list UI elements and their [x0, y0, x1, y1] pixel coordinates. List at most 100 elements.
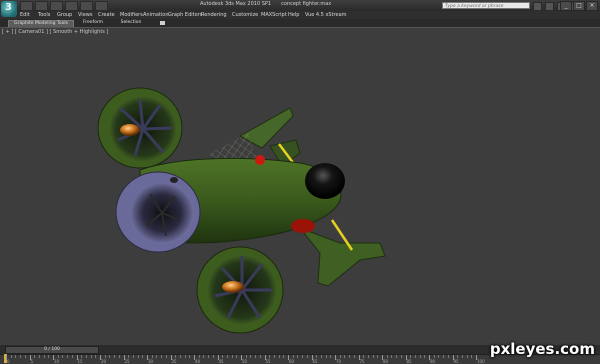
timeline-tick — [466, 355, 468, 358]
timeline-tick-label: 65 — [312, 359, 318, 364]
menu-graph-editors[interactable]: Graph Editors — [168, 12, 202, 18]
timeline-tick — [433, 355, 435, 358]
timeline-tick — [175, 355, 177, 358]
timeline-tick — [292, 355, 294, 358]
menu-views[interactable]: Views — [78, 12, 92, 18]
timeline-tick-label: 0 — [7, 359, 10, 364]
timeline-tick — [57, 355, 59, 358]
menu-tools[interactable]: Tools — [38, 12, 50, 18]
menu-group[interactable]: Group — [57, 12, 72, 18]
timeline-tick — [377, 355, 379, 358]
timeline-tick — [443, 355, 445, 358]
timeline-tick — [226, 355, 228, 358]
time-slider[interactable]: 0 / 100 — [5, 346, 99, 354]
menu-customize[interactable]: Customize — [232, 12, 258, 18]
menu-animation[interactable]: Animation — [143, 12, 169, 18]
timeline-tick — [236, 355, 238, 358]
timeline-tick — [118, 355, 120, 358]
timeline-tick — [471, 355, 473, 358]
timeline-tick — [203, 355, 205, 358]
timeline-tick — [95, 355, 97, 358]
maximize-button[interactable]: □ — [573, 1, 585, 11]
timeline-tick-label: 45 — [218, 359, 224, 364]
timeline-tick-label: 50 — [242, 359, 248, 364]
timeline-tick — [245, 355, 247, 358]
timeline-tick — [306, 355, 308, 358]
app-logo-icon: 3 — [5, 2, 12, 13]
timeline-tick — [90, 355, 92, 358]
timeline-tick — [269, 355, 271, 358]
timeline-tick — [161, 355, 163, 358]
close-button[interactable]: × — [586, 1, 598, 11]
timeline-tick — [457, 355, 459, 358]
timeline-tick-label: 95 — [453, 359, 459, 364]
menu-bar: Edit Tools Group Views Create Modifiers … — [0, 11, 600, 19]
menu-modifiers[interactable]: Modifiers — [120, 12, 143, 18]
timeline-tick — [447, 355, 449, 358]
timeline-tick — [222, 355, 224, 358]
small-nozzle — [170, 177, 178, 183]
timeline-tick — [43, 355, 45, 358]
tab-selection[interactable]: Selection — [116, 20, 146, 26]
timeline-tick — [231, 355, 233, 358]
timeline-tick — [316, 355, 318, 358]
timeline-tick — [363, 355, 365, 358]
timeline-tick — [339, 355, 341, 358]
timeline-tick — [250, 355, 252, 358]
menu-rendering[interactable]: Rendering — [201, 12, 227, 18]
timeline-tick — [330, 355, 332, 358]
timeline-tick-label: 100 — [477, 359, 485, 364]
quick-access-toolbar — [20, 1, 108, 11]
app-menu-button[interactable]: 3 — [1, 1, 17, 17]
timeline-tick — [461, 355, 463, 358]
timeline-tick — [410, 355, 412, 358]
cockpit-canopy — [305, 163, 345, 199]
ribbon-minimize-icon[interactable] — [160, 21, 165, 25]
save-icon[interactable] — [50, 1, 63, 11]
menu-create[interactable]: Create — [98, 12, 115, 18]
open-file-icon[interactable] — [35, 1, 48, 11]
timeline-tick — [10, 355, 12, 358]
camera-viewport[interactable]: [ + ] [ Camera01 ] [ Smooth + Highlights… — [0, 27, 600, 347]
timeline-tick — [414, 355, 416, 358]
timeline-tick — [386, 355, 388, 358]
timeline-tick — [353, 355, 355, 358]
timeline-tick — [114, 355, 116, 358]
new-file-icon[interactable] — [20, 1, 33, 11]
timeline-tick — [142, 355, 144, 358]
red-light-top — [255, 155, 265, 165]
timeline-tick — [137, 355, 139, 358]
timeline-tick — [325, 355, 327, 358]
timeline-tick — [259, 355, 261, 358]
app-title: Autodesk 3ds Max 2010 SP1 — [200, 1, 272, 7]
minimize-button[interactable]: _ — [560, 1, 572, 11]
timeline-tick — [38, 355, 40, 358]
tab-freeform[interactable]: Freeform — [78, 20, 108, 26]
timeline-tick — [85, 355, 87, 358]
rotor-hub-upper — [120, 124, 140, 136]
search-icon[interactable] — [533, 2, 542, 11]
timeline-tick — [24, 355, 26, 358]
redo-icon[interactable] — [80, 1, 93, 11]
timeline-tick-label: 40 — [195, 359, 201, 364]
timeline-tick — [344, 355, 346, 358]
timeline-bar: 0 / 100 0 5 10 15 20 25 30 35 40 45 50 55 60 65 70 75 80… — [0, 340, 600, 364]
timeline-tick — [212, 355, 214, 358]
menu-edit[interactable]: Edit — [20, 12, 30, 18]
timeline-tick — [132, 355, 134, 358]
timeline-tick — [48, 355, 50, 358]
menu-maxscript[interactable]: MAXScript — [261, 12, 287, 18]
project-folder-icon[interactable] — [95, 1, 108, 11]
file-name: concept fighter.max — [281, 1, 332, 7]
timeline-tick-label: 25 — [124, 359, 130, 364]
timeline-tick — [20, 355, 22, 358]
timeline-tick — [367, 355, 369, 358]
timeline-tick-label: 15 — [77, 359, 83, 364]
subscription-icon[interactable] — [545, 2, 554, 11]
timeline-tick — [208, 355, 210, 358]
search-input[interactable]: Type a keyword or phrase — [442, 2, 530, 9]
menu-help[interactable]: Help — [288, 12, 299, 18]
menu-vue-xstream[interactable]: Vue 4.5 xStream — [305, 12, 347, 18]
undo-icon[interactable] — [65, 1, 78, 11]
timeline-tick — [419, 355, 421, 358]
